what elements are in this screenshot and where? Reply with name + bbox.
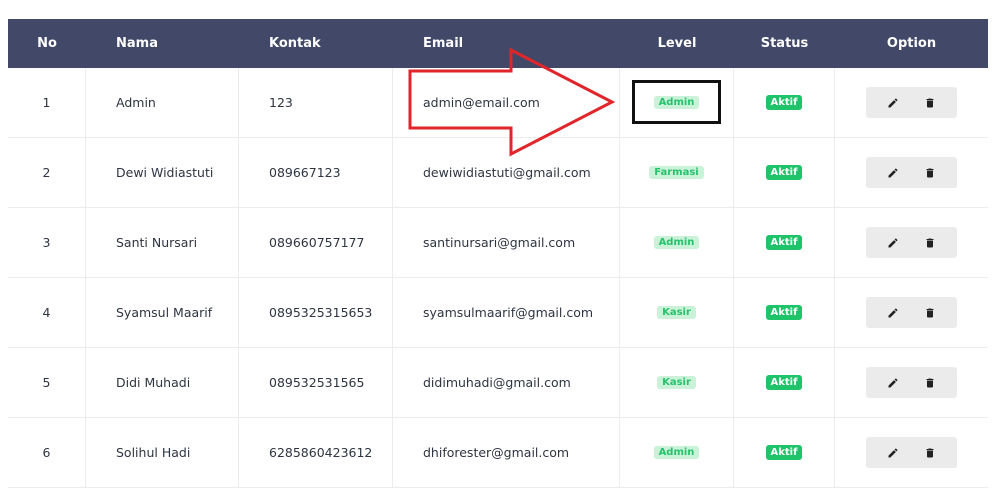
pencil-icon[interactable] [886,376,900,390]
cell-email: didimuhadi@gmail.com [393,348,620,417]
status-badge: Aktif [765,305,803,320]
option-buttons [866,437,957,468]
status-badge: Aktif [765,375,803,390]
cell-email: dewiwidiastuti@gmail.com [393,138,620,207]
trash-icon[interactable] [923,96,937,110]
status-badge: Aktif [765,95,803,110]
pencil-icon[interactable] [886,306,900,320]
table-row: 5 Didi Muhadi 089532531565 didimuhadi@gm… [8,348,988,418]
cell-kontak: 6285860423612 [239,418,393,487]
status-badge: Aktif [765,165,803,180]
header-nama: Nama [116,36,158,51]
pencil-icon[interactable] [886,446,900,460]
cell-no: 6 [8,418,86,487]
cell-nama: Solihul Hadi [86,418,239,487]
table-header: No Nama Kontak Email Level Status Option [8,19,988,68]
trash-icon[interactable] [923,166,937,180]
cell-email: santinursari@gmail.com [393,208,620,277]
cell-no: 1 [8,68,86,137]
cell-email: syamsulmaarif@gmail.com [393,278,620,347]
cell-kontak: 089667123 [239,138,393,207]
cell-no: 4 [8,278,86,347]
table-row: 6 Solihul Hadi 6285860423612 dhiforester… [8,418,988,488]
trash-icon[interactable] [923,236,937,250]
level-badge: Farmasi [649,166,704,179]
users-table: No Nama Kontak Email Level Status Option… [8,19,988,488]
level-badge: Admin [653,446,700,459]
cell-email: admin@email.com [393,68,620,137]
option-buttons [866,157,957,188]
pencil-icon[interactable] [886,166,900,180]
header-option: Option [886,36,937,51]
pencil-icon[interactable] [886,96,900,110]
pencil-icon[interactable] [886,236,900,250]
cell-no: 5 [8,348,86,417]
cell-kontak: 123 [239,68,393,137]
level-badge: Kasir [657,306,696,319]
trash-icon[interactable] [923,376,937,390]
status-badge: Aktif [765,235,803,250]
trash-icon[interactable] [923,306,937,320]
cell-nama: Syamsul Maarif [86,278,239,347]
cell-nama: Dewi Widiastuti [86,138,239,207]
option-buttons [866,227,957,258]
cell-nama: Santi Nursari [86,208,239,277]
cell-no: 3 [8,208,86,277]
highlight-box [632,80,721,124]
table-row: 1 Admin 123 admin@email.com Admin Aktif [8,68,988,138]
trash-icon[interactable] [923,446,937,460]
status-badge: Aktif [765,445,803,460]
header-status: Status [760,36,809,51]
cell-email: dhiforester@gmail.com [393,418,620,487]
header-email: Email [423,36,464,51]
option-buttons [866,87,957,118]
cell-no: 2 [8,138,86,207]
cell-kontak: 089532531565 [239,348,393,417]
table-row: 3 Santi Nursari 089660757177 santinursar… [8,208,988,278]
header-kontak: Kontak [269,36,321,51]
level-badge: Admin [653,236,700,249]
option-buttons [866,297,957,328]
level-badge: Kasir [657,376,696,389]
header-no: No [37,36,57,51]
cell-nama: Didi Muhadi [86,348,239,417]
table-row: 4 Syamsul Maarif 0895325315653 syamsulma… [8,278,988,348]
cell-kontak: 089660757177 [239,208,393,277]
table-row: 2 Dewi Widiastuti 089667123 dewiwidiastu… [8,138,988,208]
cell-kontak: 0895325315653 [239,278,393,347]
header-level: Level [657,36,697,51]
option-buttons [866,367,957,398]
cell-nama: Admin [86,68,239,137]
